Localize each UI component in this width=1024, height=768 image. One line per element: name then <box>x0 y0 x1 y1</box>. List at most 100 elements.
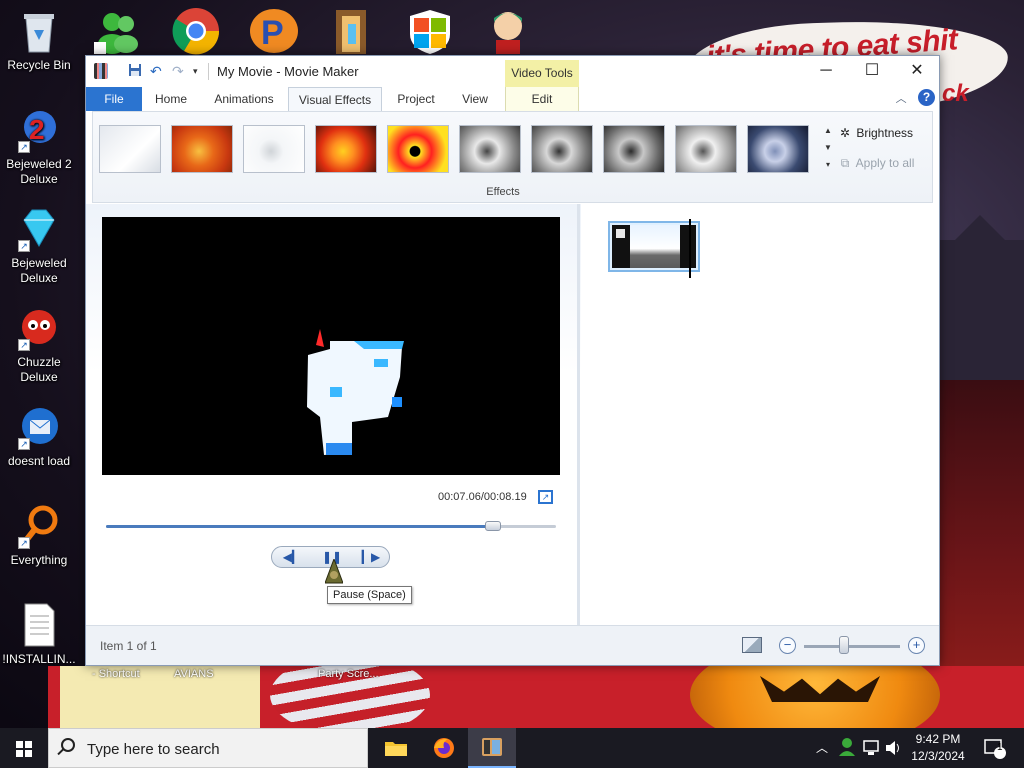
tab-home[interactable]: Home <box>144 87 198 111</box>
video-clip[interactable] <box>608 219 700 278</box>
effect-grayscale[interactable] <box>603 125 665 173</box>
clip-mark <box>616 229 625 238</box>
gallery-up-icon[interactable]: ▲ <box>822 122 834 139</box>
apply-to-all-button[interactable]: ⧉ Apply to all <box>837 156 915 171</box>
taskbar-file-explorer[interactable] <box>372 728 420 768</box>
wallpaper-red-area <box>940 380 1024 670</box>
volume-icon[interactable] <box>883 728 903 768</box>
effect-no-effect[interactable] <box>99 125 161 173</box>
notification-count: 1 <box>997 742 1003 753</box>
pane-splitter[interactable] <box>577 204 580 626</box>
desktop-icon-thunderbird[interactable]: ↗ doesnt load <box>1 404 77 469</box>
windows-security-icon[interactable] <box>404 6 456 56</box>
effect-black-white[interactable] <box>531 125 593 173</box>
apply-to-all-label: Apply to all <box>855 156 915 170</box>
video-tools-header: Video Tools <box>505 60 579 87</box>
status-bar: Item 1 of 1 − + <box>86 625 939 665</box>
taskbar: ︿ 9:42 PM 12/3/2024 1 <box>0 728 1024 768</box>
text-document-icon <box>16 602 62 648</box>
paint-p-icon[interactable]: P <box>248 6 300 56</box>
effect-cyanotype[interactable] <box>747 125 809 173</box>
previous-frame-button[interactable]: ◀▎ <box>272 547 312 567</box>
effect-orange-glow[interactable] <box>315 125 377 173</box>
svg-text:2: 2 <box>29 114 45 145</box>
messenger-icon[interactable] <box>92 6 144 56</box>
storyboard[interactable] <box>581 204 939 626</box>
clock-time: 9:42 PM <box>915 732 961 746</box>
seek-progress <box>106 525 493 528</box>
effect-pale[interactable] <box>243 125 305 173</box>
start-button[interactable] <box>0 728 48 768</box>
taskbar-movie-maker[interactable] <box>468 728 516 768</box>
tab-animations[interactable]: Animations <box>206 87 282 111</box>
desktop-icon-bejeweled[interactable]: ↗ Bejeweled Deluxe <box>1 206 77 286</box>
effect-posterize[interactable] <box>387 125 449 173</box>
zoom-in-button[interactable]: + <box>908 637 925 654</box>
taskbar-search[interactable] <box>48 728 368 768</box>
zoom-out-button[interactable]: − <box>779 637 796 654</box>
title-bar[interactable]: ↶ ↷ ▾ My Movie - Movie Maker Video Tools… <box>86 56 939 87</box>
search-input[interactable] <box>87 737 357 761</box>
effect-bright-gray[interactable] <box>675 125 737 173</box>
desktop-icon-label: Everything <box>10 553 68 567</box>
game-character-icon[interactable] <box>482 6 534 56</box>
fullscreen-icon[interactable]: ↗ <box>538 490 553 504</box>
bejeweled-gem-icon: ↗ <box>16 206 62 252</box>
playhead[interactable] <box>689 219 691 278</box>
tab-edit[interactable]: Edit <box>505 87 579 111</box>
desktop-icon-installing[interactable]: !INSTALLIN... <box>1 602 77 667</box>
tab-project[interactable]: Project <box>388 87 444 111</box>
timecode: 00:07.06/00:08.19 <box>438 491 527 503</box>
seek-bar[interactable] <box>106 521 556 531</box>
next-frame-button[interactable]: ▎▶ <box>351 547 391 567</box>
doorway-icon[interactable] <box>326 6 378 56</box>
effect-warm[interactable] <box>171 125 233 173</box>
mouse-cursor-icon <box>324 557 344 585</box>
tab-visual-effects[interactable]: Visual Effects <box>288 87 382 111</box>
windows-logo-icon <box>16 741 32 757</box>
customize-toolbar-icon[interactable]: ▾ <box>193 63 198 79</box>
zoom-thumb[interactable] <box>839 636 850 654</box>
desktop-icon-label: Bejeweled 2 Deluxe <box>6 157 72 186</box>
network-icon[interactable] <box>860 728 882 768</box>
gallery-more-icon[interactable]: ▾ <box>822 156 834 173</box>
desktop-icon-label: doesnt load <box>7 454 71 468</box>
minimize-button[interactable]: ─ <box>803 56 849 87</box>
effects-group-label: Effects <box>486 186 520 198</box>
taskbar-clock[interactable]: 9:42 PM 12/3/2024 <box>904 731 972 765</box>
seek-thumb[interactable] <box>485 521 501 531</box>
save-icon[interactable] <box>128 63 142 80</box>
tab-view[interactable]: View <box>452 87 498 111</box>
desktop-icon-label: Chuzzle Deluxe <box>17 355 61 384</box>
video-preview[interactable] <box>102 217 560 475</box>
redo-icon[interactable]: ↷ <box>172 63 184 79</box>
gallery-down-icon[interactable]: ▼ <box>822 139 834 156</box>
brightness-icon: ✲ <box>839 126 851 140</box>
collapse-ribbon-icon[interactable]: ︿ <box>896 90 907 106</box>
tab-file[interactable]: File <box>86 87 142 111</box>
ribbon-right-controls: ︿ ? <box>896 89 935 106</box>
maximize-button[interactable]: ☐ <box>849 56 895 87</box>
svg-text:P: P <box>261 14 284 52</box>
desktop-icon-chuzzle[interactable]: ↗ Chuzzle Deluxe <box>1 305 77 385</box>
taskbar-firefox[interactable] <box>420 728 468 768</box>
chrome-icon[interactable] <box>170 6 222 56</box>
close-button[interactable]: ✕ <box>894 56 940 87</box>
clip-right-band <box>680 225 696 268</box>
window-title: My Movie - Movie Maker <box>217 64 359 79</box>
apply-all-icon: ⧉ <box>840 156 850 170</box>
effect-sepia[interactable] <box>459 125 521 173</box>
shortcut-arrow-icon: ↗ <box>18 141 30 153</box>
user-status-icon[interactable] <box>836 728 858 768</box>
thumbnail-size-icon[interactable] <box>742 637 762 653</box>
help-icon[interactable]: ? <box>918 89 935 106</box>
brightness-button[interactable]: ✲ Brightness <box>837 126 913 140</box>
notifications-button[interactable]: 1 <box>980 728 1008 768</box>
wallpaper-yellow <box>60 666 260 728</box>
zoom-slider[interactable] <box>804 645 900 648</box>
desktop-icon-everything[interactable]: ↗ Everything <box>1 503 77 568</box>
show-hidden-icons[interactable]: ︿ <box>812 728 832 768</box>
undo-icon[interactable]: ↶ <box>150 63 162 79</box>
desktop-icon-bejeweled-2[interactable]: 2 ↗ Bejeweled 2 Deluxe <box>1 107 77 187</box>
desktop-icon-recycle-bin[interactable]: Recycle Bin <box>1 8 77 73</box>
